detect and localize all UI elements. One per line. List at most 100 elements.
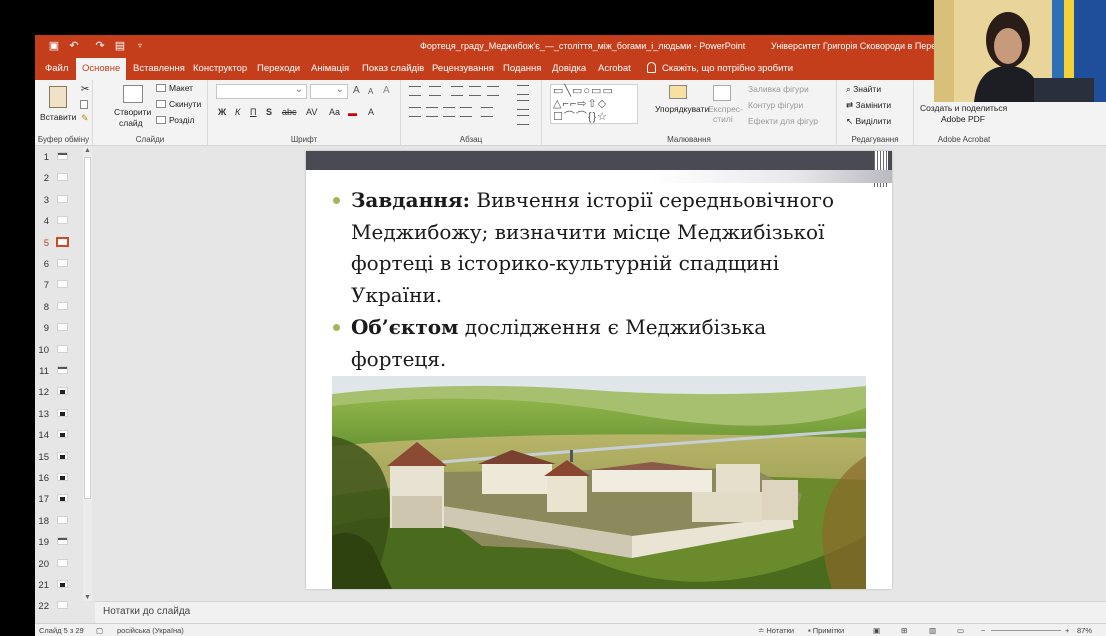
slide-thumbnail-number: 5 <box>43 237 49 249</box>
columns-icon[interactable] <box>481 107 493 117</box>
slide-counter: Слайд 5 з 29 <box>39 626 84 635</box>
quick-styles-icon[interactable] <box>713 85 731 101</box>
numbering-icon[interactable] <box>429 86 441 96</box>
replace-button[interactable]: ⇄ Замінити <box>846 100 891 111</box>
new-slide-label-1[interactable]: Створити <box>114 107 151 117</box>
tab-slideshow[interactable]: Показ слайдів <box>362 58 424 80</box>
decrease-indent-icon[interactable] <box>451 86 463 96</box>
select-button[interactable]: ↖ Виділити <box>846 116 891 127</box>
tab-view[interactable]: Подання <box>503 58 541 80</box>
redo-icon[interactable]: ↷ <box>93 39 107 53</box>
bullets-icon[interactable] <box>409 86 421 96</box>
zoom-level[interactable]: 87% <box>1077 626 1092 635</box>
notes-toggle[interactable]: ≐ Нотатки <box>758 626 794 635</box>
paste-button[interactable]: Вставити <box>40 112 76 122</box>
fortress-photo[interactable] <box>332 376 866 589</box>
editing-group: ⌕ Знайти ⇄ Замінити ↖ Виділити Редагуван… <box>837 80 914 146</box>
tell-me-search[interactable]: Скажіть, що потрібно зробити <box>647 58 793 80</box>
align-right-icon[interactable] <box>443 107 455 117</box>
spellcheck-icon[interactable]: ▢ <box>96 626 103 635</box>
tab-file[interactable]: Файл <box>45 58 68 80</box>
shape-effects-button[interactable]: Ефекти для фігур <box>748 116 818 126</box>
slide[interactable]: Завдання: Вивчення історії середньовічно… <box>306 151 892 589</box>
normal-view-icon[interactable]: ▣ <box>873 626 880 635</box>
case-button[interactable]: Aa <box>329 107 340 117</box>
scroll-down-icon[interactable]: ▼ <box>84 594 91 601</box>
reset-button[interactable]: Скинути <box>169 99 201 109</box>
zoom-slider[interactable] <box>991 630 1061 631</box>
shrink-font-icon[interactable]: A <box>368 87 373 96</box>
create-share-pdf-label-2[interactable]: Adobe PDF <box>941 114 985 124</box>
tab-transitions[interactable]: Переходи <box>257 58 300 80</box>
smartart-icon[interactable] <box>517 115 529 125</box>
layout-button[interactable]: Макет <box>169 83 193 93</box>
highlight-icon[interactable]: ▬ <box>348 108 357 118</box>
shape-outline-button[interactable]: Контур фігури <box>748 100 803 110</box>
bullet-dot <box>333 197 340 204</box>
tab-acrobat[interactable]: Acrobat <box>598 58 631 80</box>
zoom-in-icon[interactable]: + <box>1065 626 1069 635</box>
notes-bar[interactable]: Нотатки до слайда <box>95 601 1106 623</box>
arrange-button[interactable]: Упорядкувати <box>655 104 709 114</box>
webcam-overlay <box>934 0 1106 102</box>
save-icon[interactable]: ▣ <box>47 39 61 53</box>
cut-icon[interactable]: ✂ <box>81 84 89 95</box>
clear-format-icon[interactable]: A <box>383 85 390 96</box>
arrange-icon[interactable] <box>669 85 687 99</box>
drawing-group-label: Малювання <box>667 135 711 144</box>
customize-toolbar-icon[interactable]: ▿ <box>133 39 147 53</box>
create-share-pdf-label-1[interactable]: Создать и поделиться <box>920 103 1007 113</box>
slide-thumbnail-number: 13 <box>38 408 49 420</box>
italic-button[interactable]: К <box>235 107 240 117</box>
underline-button[interactable]: П <box>250 107 256 117</box>
slideshow-view-icon[interactable]: ▭ <box>957 626 964 635</box>
format-painter-icon[interactable]: ✎ <box>81 113 89 124</box>
font-family-select[interactable] <box>216 84 307 99</box>
spacing-button[interactable]: AV <box>306 107 317 117</box>
find-button[interactable]: ⌕ Знайти <box>846 84 881 95</box>
start-slideshow-icon[interactable]: ▤ <box>113 39 127 53</box>
grow-font-icon[interactable]: A <box>353 85 360 96</box>
align-center-icon[interactable] <box>426 107 438 117</box>
language-indicator[interactable]: російська (Україна) <box>117 626 184 635</box>
line-spacing-icon[interactable] <box>487 86 499 96</box>
new-slide-label-2[interactable]: слайд <box>119 118 143 128</box>
thumbnails-scrollbar[interactable]: ▲ ▼ <box>83 147 92 601</box>
bullet-object[interactable]: Об’єктом дослідження є Меджибізька форте… <box>333 312 865 375</box>
slides-group: Створити слайд Макет Скинути Розділ Слай… <box>93 80 208 146</box>
strikethrough-button[interactable]: abc <box>282 107 297 117</box>
new-slide-icon[interactable] <box>123 85 143 103</box>
text-direction-icon[interactable] <box>517 85 529 95</box>
tab-insert[interactable]: Вставлення <box>133 58 185 80</box>
section-button[interactable]: Розділ <box>169 115 194 125</box>
quick-styles-label-2[interactable]: стилі <box>713 114 733 124</box>
reading-view-icon[interactable]: ▥ <box>929 626 936 635</box>
bullet-task[interactable]: Завдання: Вивчення історії середньовічно… <box>333 185 865 311</box>
tab-review[interactable]: Рецензування <box>432 58 494 80</box>
bold-button[interactable]: Ж <box>218 107 226 117</box>
slide-sorter-icon[interactable]: ⊞ <box>901 626 907 635</box>
increase-indent-icon[interactable] <box>469 86 481 96</box>
comments-toggle[interactable]: ▪ Примітки <box>808 626 844 635</box>
tab-animations[interactable]: Анімація <box>311 58 349 80</box>
copy-icon[interactable] <box>80 100 88 109</box>
justify-icon[interactable] <box>460 107 472 117</box>
zoom-out-icon[interactable]: − <box>981 626 985 635</box>
undo-icon[interactable]: ↶ <box>67 39 81 53</box>
shape-fill-button[interactable]: Заливка фігури <box>748 84 809 94</box>
slides-group-label: Слайди <box>135 135 165 144</box>
font-color-button[interactable]: A <box>368 107 374 117</box>
scrollbar-thumb[interactable] <box>84 157 91 499</box>
font-size-select[interactable] <box>310 84 348 99</box>
tab-home[interactable]: Основне <box>76 58 127 80</box>
tab-help[interactable]: Довідка <box>552 58 586 80</box>
shadow-button[interactable]: S <box>266 107 272 117</box>
quick-styles-label-1[interactable]: Експрес- <box>708 104 743 114</box>
paste-icon[interactable] <box>49 86 67 108</box>
account-name[interactable]: Університет Григорія Сковороди в Пере <box>771 41 936 51</box>
scroll-up-icon[interactable]: ▲ <box>84 147 91 154</box>
shapes-gallery[interactable]: ▭╲▭○▭▭ △⌐⌐⇨⇧◇ ☐⌒⌒{}☆ <box>550 84 638 124</box>
align-left-icon[interactable] <box>409 107 421 117</box>
tab-design[interactable]: Конструктор <box>193 58 247 80</box>
align-text-icon[interactable] <box>517 100 529 110</box>
